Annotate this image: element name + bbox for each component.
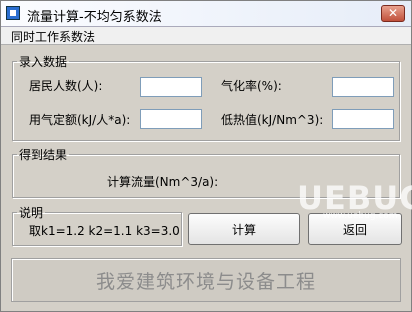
lhv-input[interactable] [332,109,394,129]
menu-bar: 同时工作系数法 [1,27,411,45]
menu-item-simultaneous-factor[interactable]: 同时工作系数法 [11,28,95,45]
close-button[interactable]: ✕ [381,5,405,22]
residents-label: 居民人数(人): [29,79,103,93]
flow-result-label: 计算流量(Nm^3/a): [107,175,219,189]
title-bar: 流量计算-不均匀系数法 ✕ [1,1,411,27]
result-legend: 得到结果 [19,148,68,162]
close-icon: ✕ [387,6,399,20]
app-window: 流量计算-不均匀系数法 ✕ 同时工作系数法 录入数据 居民人数(人): 气化率(… [0,0,412,312]
lhv-label: 低热值(kJ/Nm^3): [221,113,324,127]
banner-panel: 我爱建筑环境与设备工程 [11,258,401,302]
residents-input[interactable] [140,77,202,97]
note-legend: 说明 [19,206,44,220]
watermark-url: www.uebug.com [323,211,398,221]
input-data-legend: 录入数据 [19,55,68,69]
quota-input[interactable] [140,109,202,129]
window-title: 流量计算-不均匀系数法 [27,10,162,25]
quota-label: 用气定额(kJ/人*a): [29,113,131,127]
app-icon [6,6,20,20]
gas-rate-input[interactable] [332,77,394,97]
gas-rate-label: 气化率(%): [221,79,282,93]
note-text: 取k1=1.2 k2=1.1 k3=3.0 [29,224,180,238]
banner-text: 我爱建筑环境与设备工程 [95,270,316,293]
calculate-button[interactable]: 计算 [188,213,300,245]
